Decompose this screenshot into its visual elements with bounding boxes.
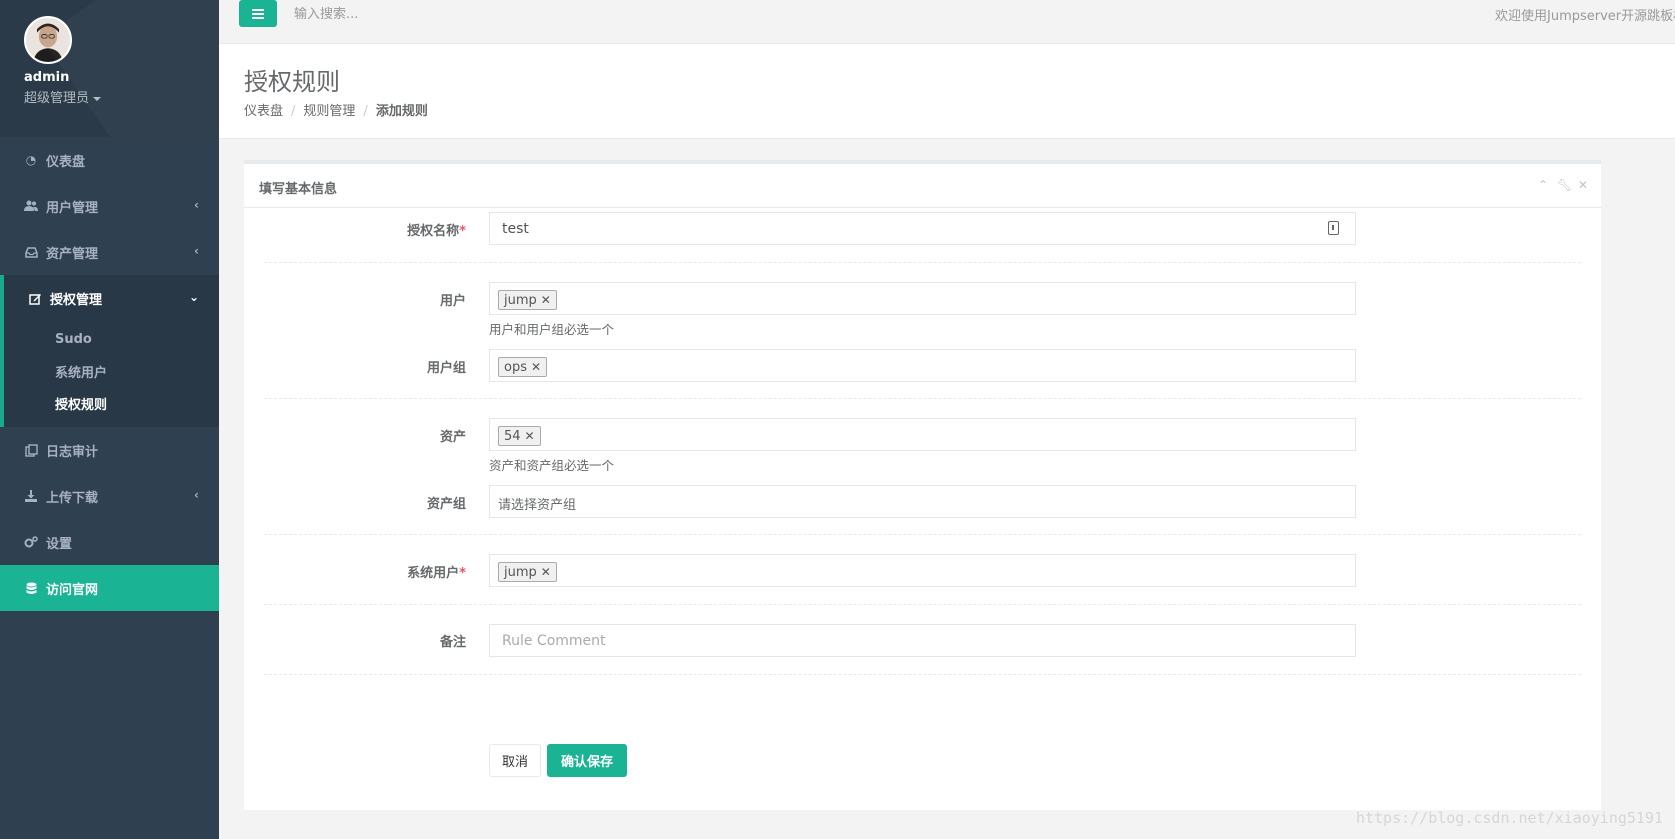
breadcrumb-current: 添加规则 [375,104,428,119]
database-icon [24,581,38,595]
comment-input[interactable]: Rule Comment [489,624,1356,657]
hamburger-icon [252,8,264,19]
sidebar-subitem-sudo[interactable]: Sudo [4,323,219,355]
sidebar-item-label: 访问官网 [46,582,99,598]
name-value: test [502,221,529,237]
selected-tag: 54 ✕ [498,426,541,446]
sidebar-item-dashboard[interactable]: ◔ 仪表盘 [0,137,219,183]
profile-role-label: 超级管理员 [24,91,90,106]
divider [264,604,1581,605]
divider [264,398,1581,399]
users-icon [24,199,38,213]
sidebar-item-audit[interactable]: 日志审计 [0,427,219,473]
sidebar-item-permissions[interactable]: 授权管理 ⌄ [0,275,219,321]
assetgroup-placeholder: 请选择资产组 [498,498,577,513]
sidebar-item-assets[interactable]: 资产管理 ‹ [0,229,219,275]
chevron-left-icon: ‹ [194,198,199,212]
chevron-down-icon: ⌄ [188,290,199,304]
breadcrumb-dashboard[interactable]: 仪表盘 [244,104,283,119]
inbox-icon [24,245,38,259]
menu-toggle-button[interactable] [239,0,277,27]
sidebar-item-label: 日志审计 [46,444,99,460]
form-panel: 填写基本信息 ⌃ 🔧︎ ✕ 授权名称* test 用户 jump ✕ 用户和用户组… [244,160,1601,810]
comment-placeholder: Rule Comment [502,633,606,649]
asset-select[interactable]: 54 ✕ [489,418,1356,451]
caret-down-icon [93,96,102,101]
cancel-button[interactable]: 取消 [489,744,542,777]
sidebar-item-label: 用户管理 [46,200,99,216]
gears-icon [24,535,38,549]
asset-label: 资产 [439,430,466,445]
selected-tag: jump ✕ [498,562,557,582]
sysuser-label: 系统用户* [407,566,466,581]
collapse-icon[interactable]: ⌃ [1537,178,1549,192]
divider [264,262,1581,263]
sidebar-item-label: 上传下载 [46,490,99,506]
panel-tools: ⌃ 🔧︎ ✕ [1537,178,1589,192]
remove-tag-icon[interactable]: ✕ [525,429,535,443]
sidebar-item-label: 授权管理 [50,292,103,308]
sidebar-item-users[interactable]: 用户管理 ‹ [0,183,219,229]
name-field[interactable]: test [489,212,1356,245]
topbar: 欢迎使用Jumpserver开源跳板机 [219,0,1675,44]
sidebar-item-label: 资产管理 [46,246,99,262]
autofill-icon[interactable] [1328,221,1339,235]
sidebar-item-website[interactable]: 访问官网 [0,565,219,611]
sidebar-item-label: 设置 [46,536,73,552]
panel-header: 填写基本信息 ⌃ 🔧︎ ✕ [244,164,1601,208]
sidebar-subitem-system-users[interactable]: 系统用户 [4,355,219,387]
search-input[interactable] [294,4,594,24]
asset-help: 资产和资产组必选一个 [489,458,615,473]
wrench-icon[interactable]: 🔧︎ [1557,178,1572,192]
selected-tag: ops ✕ [498,357,548,377]
panel-title: 填写基本信息 [259,182,338,197]
welcome-message: 欢迎使用Jumpserver开源跳板机 [1495,9,1675,24]
user-label: 用户 [439,294,466,309]
selected-tag: jump ✕ [498,290,557,310]
profile-panel: admin 超级管理员 [0,0,219,137]
watermark: https://blog.csdn.net/xiaoying5191 [1355,809,1663,827]
required-mark: * [459,224,466,239]
download-icon [24,489,38,503]
save-button[interactable]: 确认保存 [547,744,628,777]
remove-tag-icon[interactable]: ✕ [541,565,551,579]
sysuser-select[interactable]: jump ✕ [489,554,1356,587]
usergroup-label: 用户组 [426,361,466,376]
sidebar-item-label: 仪表盘 [46,154,86,170]
assetgroup-label: 资产组 [426,497,466,512]
remove-tag-icon[interactable]: ✕ [531,360,541,374]
divider [264,534,1581,535]
profile-role-dropdown[interactable]: 超级管理员 [24,87,102,106]
user-select[interactable]: jump ✕ [489,282,1356,315]
breadcrumb: 仪表盘 / 规则管理 / 添加规则 [244,100,428,119]
remove-tag-icon[interactable]: ✕ [541,293,551,307]
sidebar-item-transfer[interactable]: 上传下载 ‹ [0,473,219,519]
chevron-left-icon: ‹ [194,244,199,258]
name-label: 授权名称* [407,224,466,239]
usergroup-select[interactable]: ops ✕ [489,349,1356,382]
comment-label: 备注 [439,635,466,650]
breadcrumb-separator: / [363,104,368,119]
breadcrumb-separator: / [291,104,296,119]
page-heading: 授权规则 仪表盘 / 规则管理 / 添加规则 [219,44,1675,139]
edit-icon [28,291,42,305]
breadcrumb-rule-management[interactable]: 规则管理 [303,104,355,119]
close-icon[interactable]: ✕ [1577,178,1589,192]
chevron-left-icon: ‹ [194,488,199,502]
user-help: 用户和用户组必选一个 [489,322,615,337]
dashboard-icon: ◔ [25,153,37,167]
required-mark: * [459,566,466,581]
sidebar-item-settings[interactable]: 设置 [0,519,219,565]
copy-icon [24,443,38,457]
assetgroup-select[interactable]: 请选择资产组 [489,485,1356,518]
sidebar-subitem-rules[interactable]: 授权规则 [4,387,219,419]
sidebar-submenu-permissions: Sudo 系统用户 授权规则 [0,321,219,427]
sidebar: admin 超级管理员 ◔ 仪表盘 用户管理 ‹ 资产管理 ‹ 授权管理 ⌄ S… [0,0,219,839]
avatar[interactable] [24,16,72,64]
page-title: 授权规则 [244,68,340,96]
profile-name: admin [24,70,70,85]
divider [264,674,1581,675]
